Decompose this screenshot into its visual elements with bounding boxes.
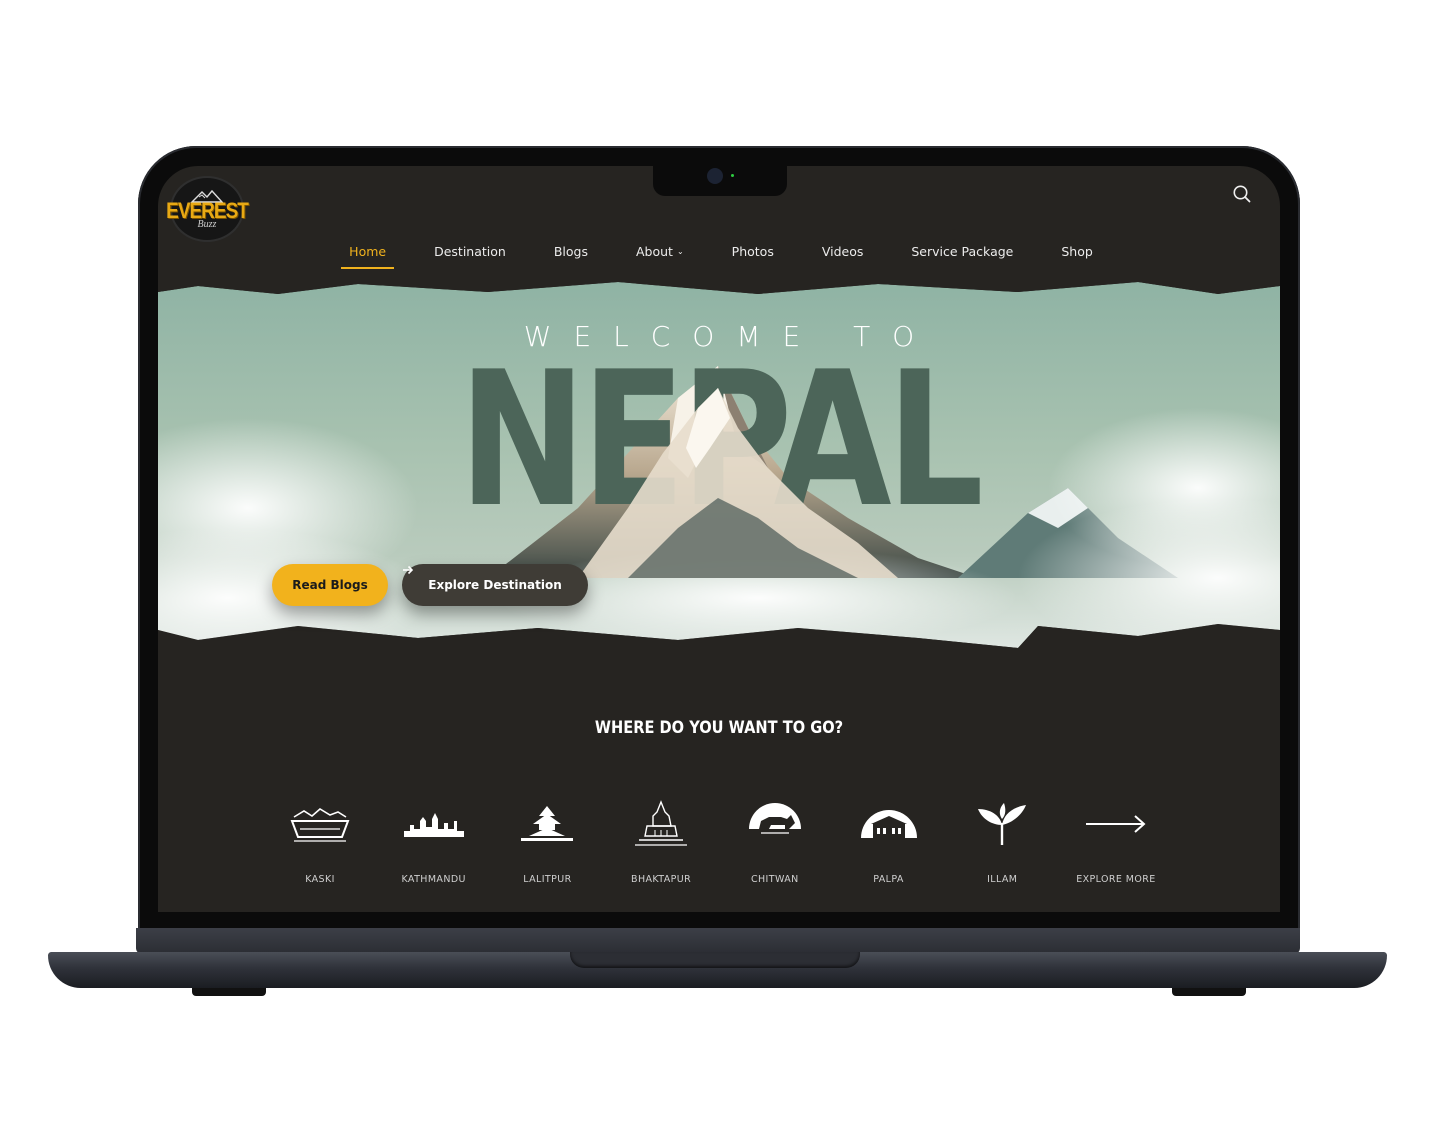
rhino-icon: [746, 803, 803, 834]
nav-destination[interactable]: Destination: [426, 242, 514, 269]
destination-label: LALITPUR: [523, 874, 572, 885]
destination-label: PALPA: [873, 874, 904, 885]
hero-peak-overlay: [578, 388, 898, 578]
hero-banner: WELCOME TO NEPAL Read Blogs Explore Dest…: [158, 278, 1280, 668]
logo[interactable]: EVEREST Buzz: [166, 176, 249, 242]
arrow-right-icon: [403, 565, 414, 575]
laptop-lip: [570, 952, 860, 968]
boat-lake-icon: [290, 808, 350, 842]
nav-blogs[interactable]: Blogs: [546, 242, 596, 269]
arrow-right-icon: [1085, 815, 1146, 833]
nav-photos[interactable]: Photos: [724, 242, 782, 269]
laptop-foot: [1172, 988, 1246, 996]
nav-label: Videos: [821, 244, 864, 259]
destination-label: KATHMANDU: [401, 874, 466, 885]
palace-icon: [860, 810, 917, 838]
destination-chitwan[interactable]: CHITWAN: [727, 796, 823, 885]
destination-bhaktapur[interactable]: BHAKTAPUR: [613, 796, 709, 885]
camera-icon: [707, 168, 723, 184]
chevron-down-icon: ⌄: [676, 247, 684, 256]
destination-palpa[interactable]: PALPA: [841, 796, 937, 885]
laptop-hinge: [136, 928, 1300, 954]
destinations-heading: WHERE DO YOU WANT TO GO?: [594, 718, 844, 738]
tea-leaf-icon: [978, 803, 1027, 845]
shikhara-temple-icon: [635, 800, 688, 846]
read-blogs-button[interactable]: Read Blogs: [272, 564, 388, 606]
read-blogs-label: Read Blogs: [292, 578, 368, 592]
pagoda-temple-icon: [521, 806, 574, 841]
search-icon[interactable]: [1232, 184, 1252, 204]
nav-label: Home: [349, 244, 387, 259]
destination-kathmandu[interactable]: KATHMANDU: [386, 796, 482, 885]
destination-illam[interactable]: ILLAM: [954, 796, 1050, 885]
screen: EVEREST Buzz Home Destination Blogs Abou…: [158, 166, 1280, 912]
nav-label: About: [635, 244, 673, 259]
nav-about[interactable]: About ⌄: [628, 242, 692, 269]
nav-label: Photos: [731, 244, 774, 259]
destination-label: CHITWAN: [750, 874, 799, 885]
nav-label: Blogs: [553, 244, 588, 259]
camera-notch: [653, 166, 787, 196]
explore-destination-label: Explore Destination: [428, 578, 562, 592]
destination-list: KASKI KATHMANDU LALITPUR BHAKTAPUR CHITW…: [272, 796, 1164, 885]
laptop-foot: [192, 988, 266, 996]
destination-label: EXPLORE MORE: [1076, 874, 1156, 885]
destination-label: KASKI: [305, 874, 335, 885]
nav-service-package[interactable]: Service Package: [903, 242, 1021, 269]
nav-label: Shop: [1061, 244, 1093, 259]
nav-videos[interactable]: Videos: [814, 242, 872, 269]
nav-shop[interactable]: Shop: [1053, 242, 1100, 269]
main-nav: Home Destination Blogs About ⌄ Photos Vid…: [158, 242, 1280, 269]
nav-label: Service Package: [911, 244, 1014, 259]
explore-destination-button[interactable]: Explore Destination: [402, 564, 588, 606]
nav-label: Destination: [434, 244, 506, 259]
destination-label: BHAKTAPUR: [631, 874, 692, 885]
destination-explore-more[interactable]: EXPLORE MORE: [1068, 796, 1164, 885]
nav-home[interactable]: Home: [341, 242, 395, 269]
logo-word: EVEREST: [166, 199, 249, 224]
destination-label: ILLAM: [987, 874, 1018, 885]
destination-lalitpur[interactable]: LALITPUR: [499, 796, 595, 885]
city-skyline-icon: [403, 813, 464, 837]
camera-led: [731, 174, 734, 177]
destination-kaski[interactable]: KASKI: [272, 796, 368, 885]
